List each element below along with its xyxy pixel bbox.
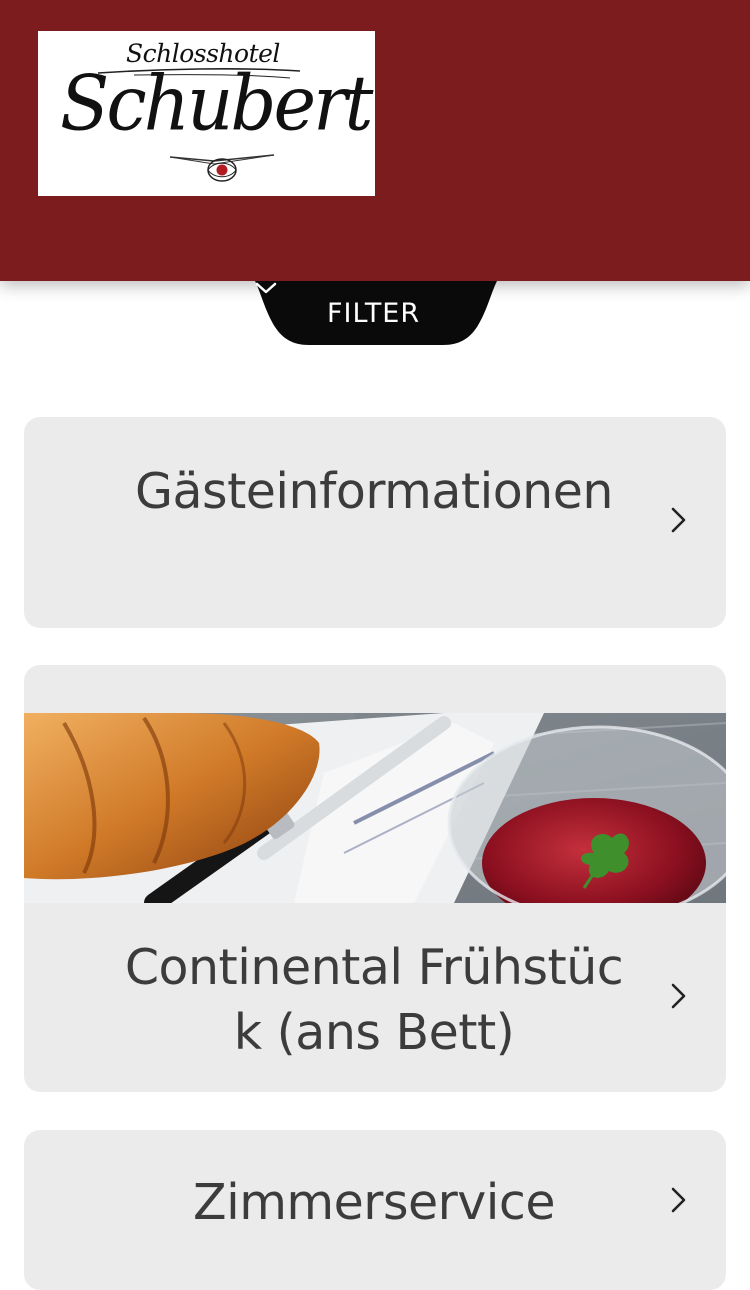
- chevron-down-icon: [255, 282, 277, 294]
- card-title: Gästeinformationen: [135, 463, 613, 520]
- breakfast-image: [24, 713, 726, 903]
- chevron-right-icon: [671, 1187, 686, 1213]
- chevron-right-icon: [671, 507, 686, 533]
- logo-wordmark: Schlosshotel Schubert: [38, 31, 375, 196]
- card-title: Zimmerservice: [193, 1174, 555, 1231]
- filter-button[interactable]: FILTER: [255, 281, 497, 345]
- card-title: Continental Frühstück (ans Bett): [124, 939, 624, 1061]
- list-item-continental-fruehstueck[interactable]: Continental Frühstück (ans Bett): [24, 665, 726, 1092]
- app-header: Schlosshotel Schubert: [0, 0, 750, 281]
- list-item-zimmerservice[interactable]: Zimmerservice: [24, 1130, 726, 1290]
- chevron-right-icon: [671, 983, 686, 1009]
- filter-label: FILTER: [327, 298, 421, 329]
- hotel-logo[interactable]: Schlosshotel Schubert: [38, 31, 375, 196]
- logo-title: Schubert: [60, 58, 373, 148]
- list-item-gaesteinformationen[interactable]: Gästeinformationen: [24, 417, 726, 628]
